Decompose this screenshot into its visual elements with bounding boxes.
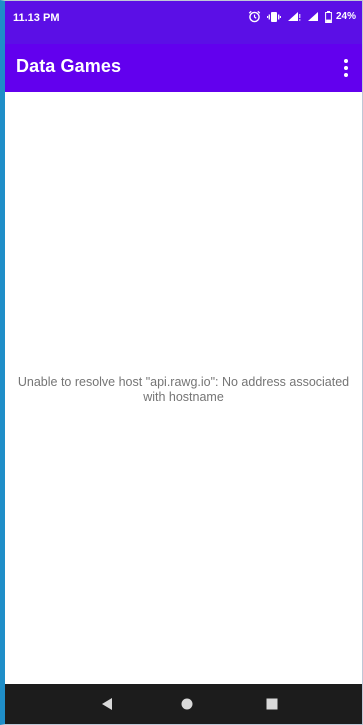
back-icon[interactable]: [97, 694, 117, 714]
alarm-icon: [248, 10, 261, 23]
status-icons: 24%: [248, 10, 356, 23]
navigation-bar: [5, 684, 362, 724]
error-message: Unable to resolve host "api.rawg.io": No…: [17, 375, 350, 404]
vibrate-icon: [267, 11, 281, 23]
more-vert-icon[interactable]: [334, 52, 358, 84]
battery-percent: 24%: [335, 11, 356, 22]
app-bar: Data Games: [5, 44, 362, 92]
app-title: Data Games: [16, 56, 122, 76]
home-icon[interactable]: [177, 694, 197, 714]
status-bar: 11.13 PM 24%: [5, 1, 362, 44]
status-time: 11.13 PM: [13, 12, 60, 24]
signal-icon: [307, 11, 319, 22]
main-content: Unable to resolve host "api.rawg.io": No…: [5, 92, 362, 686]
recents-icon[interactable]: [262, 694, 282, 714]
signal-icon: [287, 11, 301, 22]
battery-icon: [325, 10, 332, 23]
phone-screen: 11.13 PM 24% Data Games Unable to resolv…: [0, 0, 363, 725]
